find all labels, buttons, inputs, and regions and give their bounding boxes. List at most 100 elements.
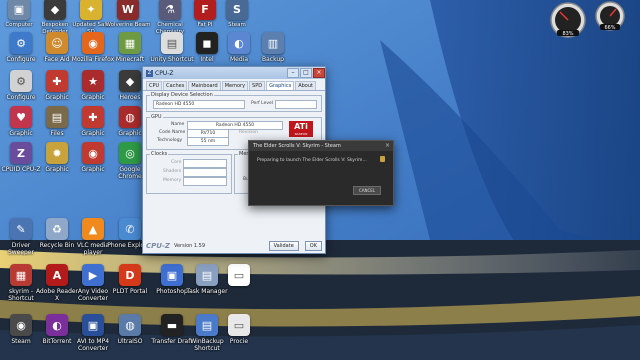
app-icon: Z	[10, 142, 32, 164]
desktop-icon-label: Minecraft	[115, 56, 145, 63]
tab-graphics[interactable]: Graphics	[266, 81, 295, 90]
app-icon: ▥	[262, 32, 284, 54]
launch-message: Preparing to launch The Elder Scrolls V:…	[257, 158, 367, 163]
app-icon: W	[117, 0, 139, 20]
shaders-value	[183, 168, 227, 177]
display-device-title: Display Device Selection	[150, 92, 214, 98]
revision-label: Revision	[239, 130, 258, 135]
tab-caches[interactable]: Caches	[163, 81, 188, 90]
desktop-icon-label: Steam	[228, 22, 246, 28]
app-icon: S	[226, 0, 248, 20]
tab-spd[interactable]: SPD	[249, 81, 266, 90]
memory-clock-value	[183, 177, 227, 186]
ati-logo-sub: RADEON	[294, 132, 308, 136]
app-icon: ★	[82, 70, 104, 92]
app-icon: ◆	[44, 0, 66, 20]
app-icon: ▤	[161, 32, 183, 54]
cpu-meter-gadget[interactable]: 83% 66%	[544, 0, 640, 42]
cpuz-logo-icon: Z	[146, 69, 153, 77]
validate-button[interactable]: Validate	[268, 241, 299, 251]
tab-mainboard[interactable]: Mainboard	[188, 81, 221, 90]
device-select[interactable]: Radeon HD 4550	[153, 100, 245, 109]
display-device-group: Display Device Selection Radeon HD 4550 …	[146, 92, 322, 112]
app-icon: ◍	[119, 314, 141, 336]
core-label: Core	[171, 160, 182, 165]
app-icon: ◆	[119, 70, 141, 92]
perf-level-label: Perf Level	[251, 101, 274, 106]
ati-logo-text: ATi	[294, 122, 308, 131]
app-icon: ▤	[196, 264, 218, 286]
app-icon: ▭	[228, 264, 250, 286]
ram-usage-readout: 66%	[604, 25, 615, 31]
app-icon: F	[194, 0, 216, 20]
desktop-icon[interactable]: ▭ Procie	[216, 314, 262, 354]
cpuz-tabs: CPU Caches Mainboard Memory SPD Graphics…	[143, 79, 325, 91]
loading-spinner-icon	[380, 156, 385, 162]
clocks-title: Clocks	[150, 151, 169, 157]
app-icon: ▤	[196, 314, 218, 336]
app-icon: ⚙	[10, 32, 32, 54]
app-icon: ▶	[82, 264, 104, 286]
desktop-icon[interactable]: ◍ UltraISO	[107, 314, 153, 354]
app-icon: ◎	[119, 142, 141, 164]
skyrim-launch-dialog[interactable]: The Elder Scrolls V: Skyrim - Steam × Pr…	[248, 140, 394, 206]
minimize-button[interactable]: –	[287, 68, 299, 78]
app-icon: ◉	[82, 32, 104, 54]
perf-level-select[interactable]	[275, 100, 317, 109]
app-icon: ◼	[196, 32, 218, 54]
desktop-icon-label: Procie	[229, 338, 249, 345]
tab-cpu[interactable]: CPU	[146, 81, 163, 90]
app-icon: ◉	[10, 314, 32, 336]
gpu-title: GPU	[150, 114, 163, 120]
app-icon: ☺	[46, 32, 68, 54]
dialog-close-icon[interactable]: ×	[385, 142, 390, 149]
app-icon: ♥	[10, 106, 32, 128]
desktop-icon-label: Backup	[262, 56, 284, 63]
app-icon: A	[46, 264, 68, 286]
cpuz-titlebar[interactable]: Z CPU-Z – □ ×	[143, 67, 325, 79]
cancel-button[interactable]: CANCEL	[353, 186, 381, 195]
app-icon: ♻	[46, 218, 68, 240]
tab-memory[interactable]: Memory	[221, 81, 249, 90]
memory-clock-label: Memory	[163, 178, 182, 183]
ati-radeon-logo: ATi RADEON	[289, 121, 313, 137]
app-icon: ✹	[46, 142, 68, 164]
close-button[interactable]: ×	[313, 68, 325, 78]
app-icon: ✚	[46, 70, 68, 92]
maximize-button[interactable]: □	[300, 68, 312, 78]
app-icon: ◍	[119, 106, 141, 128]
app-icon: ⚙	[10, 70, 32, 92]
app-icon: ▦	[119, 32, 141, 54]
desktop-icon-label: UltraISO	[117, 338, 143, 345]
desktop-icon[interactable]: D PLDT Portal	[107, 264, 153, 304]
cpuz-title: CPU-Z	[155, 69, 174, 77]
app-icon: ▲	[82, 218, 104, 240]
app-icon: ✚	[82, 106, 104, 128]
ok-button[interactable]: OK	[304, 241, 322, 251]
app-icon: ▣	[82, 314, 104, 336]
app-icon: ▣	[8, 0, 30, 20]
desktop-icon-label: PLDT Portal	[112, 288, 148, 295]
cpuz-version: Version 1.59	[173, 243, 206, 249]
app-icon: ◐	[46, 314, 68, 336]
shaders-label: Shaders	[163, 169, 182, 174]
app-icon: ◐	[228, 32, 250, 54]
app-icon: ✆	[119, 218, 141, 240]
app-icon: ▤	[46, 106, 68, 128]
desktop-icon[interactable]: ▭	[216, 264, 262, 304]
app-icon: D	[119, 264, 141, 286]
name-label: Name	[171, 122, 185, 127]
core-value	[183, 159, 227, 168]
codename-label: Code Name	[159, 130, 186, 135]
cpuz-brand: CPU-Z	[146, 242, 170, 250]
app-icon: ⚗	[159, 0, 181, 20]
technology-value: 55 nm	[187, 137, 229, 146]
app-icon: ▬	[161, 314, 183, 336]
technology-label: Technology	[157, 138, 183, 143]
skyrim-dialog-title[interactable]: The Elder Scrolls V: Skyrim - Steam	[249, 141, 393, 151]
clocks-group: Clocks Core Shaders Memory	[146, 151, 232, 194]
cpuz-footer: CPU-Z Version 1.59 Validate OK	[143, 239, 325, 253]
app-icon: ▦	[10, 264, 32, 286]
tab-about[interactable]: About	[295, 81, 316, 90]
app-icon: ◉	[82, 142, 104, 164]
